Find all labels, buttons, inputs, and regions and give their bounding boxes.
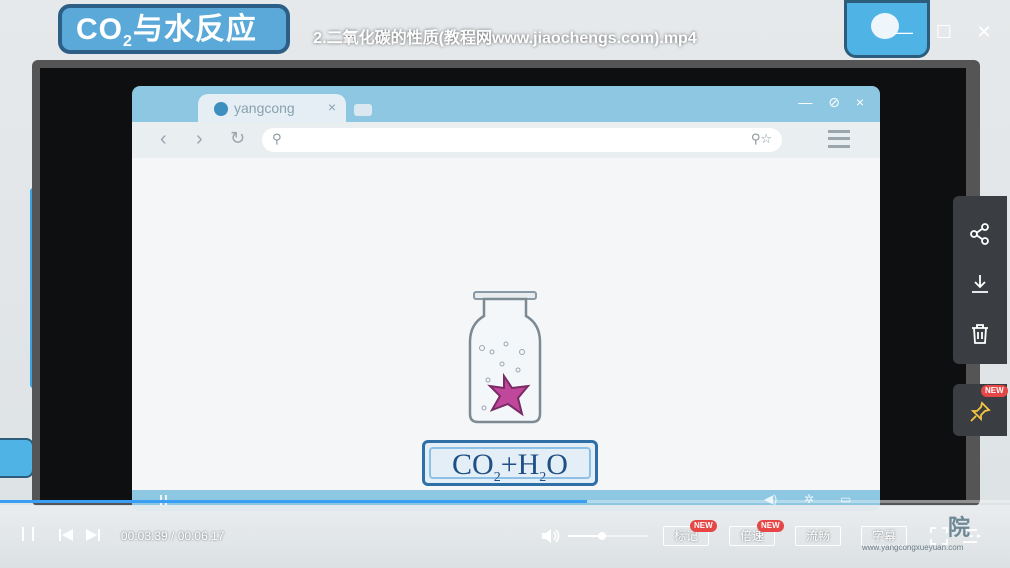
menu-icon — [828, 130, 850, 148]
volume-knob[interactable] — [597, 532, 606, 540]
browser-window-buttons: — ⊘ × — [798, 94, 870, 110]
formula-plus-h: +H — [500, 448, 540, 481]
time-display: 00:03:39 / 00:06:17 — [121, 529, 225, 543]
pause-button[interactable] — [22, 527, 34, 541]
browser-illustration: yangcong × — ⊘ × ‹ › ↻ ⚲ ⚲☆ CO2+H2O ◀) ✲… — [132, 86, 880, 511]
window-title: 2.二氧化碳的性质(教程网www.jiaochengs.com).mp4 — [313, 30, 697, 47]
volume-fill — [568, 535, 602, 537]
progress-fill — [0, 500, 587, 503]
forward-icon: › — [196, 128, 203, 150]
back-icon: ‹ — [160, 128, 167, 150]
address-bar: ⚲ ⚲☆ — [262, 128, 782, 152]
previous-button[interactable] — [58, 528, 74, 542]
reload-icon: ↻ — [230, 128, 246, 148]
quality-button[interactable]: 流畅 — [795, 526, 841, 546]
bookmark-icon: ⚲☆ — [750, 131, 772, 146]
formula-o: O — [546, 448, 568, 481]
share-icon[interactable] — [953, 210, 1007, 258]
chemical-formula: CO2+H2O — [422, 440, 598, 486]
close-button[interactable]: ✕ — [970, 18, 998, 46]
formula-text: CO2+H2O — [429, 447, 591, 485]
decor-tab — [0, 438, 34, 478]
volume-slider[interactable] — [568, 532, 648, 540]
browser-toolbar: ‹ › ↻ ⚲ ⚲☆ — [132, 122, 880, 158]
pin-panel: NEW — [953, 384, 1008, 436]
inner-volume-icon: ◀) — [764, 492, 778, 506]
minimize-button[interactable]: — — [890, 18, 918, 46]
pin-icon[interactable] — [953, 388, 1007, 436]
tab-close-icon: × — [327, 99, 336, 115]
jar-illustration — [468, 291, 542, 424]
formula-co: CO — [452, 448, 494, 481]
new-tab-icon — [354, 104, 372, 116]
maximize-button[interactable]: ☐ — [930, 18, 958, 46]
mark-new-badge: NEW — [690, 520, 717, 532]
tab-label: yangcong — [234, 100, 295, 116]
progress-bar[interactable] — [0, 500, 1010, 503]
control-bar: 00:03:39 / 00:06:17 标记 NEW 倍速 NEW 流畅 字幕 … — [0, 505, 1010, 568]
tab-favicon-icon — [214, 102, 228, 116]
volume-icon[interactable] — [540, 527, 562, 545]
corner-logo-text: 院 — [948, 515, 971, 540]
delete-icon[interactable] — [953, 310, 1007, 358]
formula-sub-1: 2 — [493, 470, 501, 485]
browser-content: CO2+H2O — [132, 158, 880, 490]
player-window: CO2与水反应 yangcong × — ⊘ × ‹ › ↻ ⚲ ⚲☆ CO2+… — [0, 0, 1010, 568]
inner-fullscreen-icon: ▭ — [840, 492, 852, 506]
side-action-panel — [953, 196, 1007, 364]
inner-loading-icon: ✲ — [804, 492, 815, 506]
next-button[interactable] — [85, 528, 101, 542]
speed-new-badge: NEW — [757, 520, 784, 532]
download-icon[interactable] — [953, 260, 1007, 308]
browser-tab: yangcong × — [198, 94, 346, 122]
search-icon: ⚲ — [272, 131, 282, 146]
watermark-text: www.yangcongxueyuan.com — [862, 543, 964, 552]
